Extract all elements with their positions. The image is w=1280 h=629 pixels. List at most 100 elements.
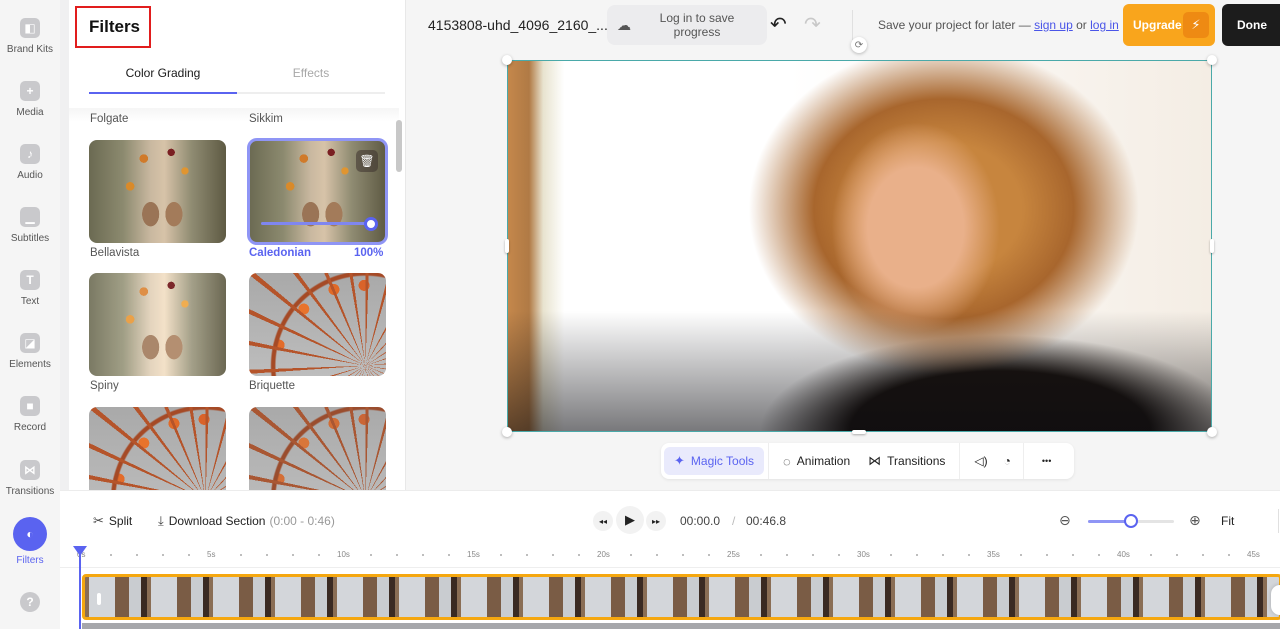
ruler-tick xyxy=(500,554,502,556)
volume-button[interactable]: ◁) xyxy=(966,447,995,475)
video-preview[interactable] xyxy=(507,60,1212,432)
ruler-tick xyxy=(526,554,528,556)
animation-label: Animation xyxy=(796,454,851,468)
current-time: 00:00.0 xyxy=(680,514,721,528)
ruler-tick xyxy=(110,554,112,556)
timeline-scroll-handle[interactable] xyxy=(1271,585,1280,615)
animation-button[interactable]: ◌ Animation xyxy=(775,447,858,475)
panel-title-highlight: Filters xyxy=(75,6,151,48)
filter-thumb[interactable] xyxy=(249,407,386,490)
divider xyxy=(959,443,961,479)
undo-icon[interactable]: ↶ xyxy=(770,12,787,37)
zoom-in-icon[interactable]: ⊕ xyxy=(1189,512,1201,529)
ruler-tick-label: 40s xyxy=(1117,550,1130,559)
sidebar-item-label: Elements xyxy=(9,359,51,370)
more-options-button[interactable]: ••• xyxy=(1034,447,1059,475)
ruler-tick xyxy=(1046,554,1048,556)
filter-thumb-caledonian[interactable]: 🗑 xyxy=(247,138,388,245)
magic-tools-button[interactable]: ✦ Magic Tools xyxy=(664,447,765,475)
resize-handle-left[interactable] xyxy=(505,239,509,253)
tab-color-grading[interactable]: Color Grading xyxy=(89,58,237,94)
intensity-slider-track[interactable] xyxy=(261,222,372,225)
filter-thumb-spiny[interactable] xyxy=(89,273,226,376)
total-time: 00:46.8 xyxy=(746,514,787,528)
filter-label-folgate: Folgate xyxy=(90,113,129,125)
ruler-tick xyxy=(552,554,554,556)
done-button[interactable]: Done xyxy=(1222,4,1280,46)
sidebar-item-elements[interactable]: ◪ Elements xyxy=(0,333,60,370)
ruler-tick xyxy=(396,554,398,556)
playhead-marker-icon[interactable] xyxy=(73,546,87,556)
upgrade-label: Upgrade xyxy=(1133,18,1182,32)
zoom-out-icon[interactable]: ⊖ xyxy=(1059,512,1071,529)
fast-forward-button[interactable]: ▸▸ xyxy=(646,511,666,531)
sidebar-rail: ◧ Brand Kits + Media ♪ Audio ▁ Subtitles T Text ◪ E… xyxy=(0,0,60,629)
filter-thumb[interactable] xyxy=(89,407,226,490)
ruler-tick xyxy=(630,554,632,556)
speed-button[interactable]: ◔ xyxy=(996,447,1019,475)
help-icon[interactable]: ? xyxy=(20,592,40,612)
ruler-tick xyxy=(916,554,918,556)
sidebar-item-brand-kits[interactable]: ◧ Brand Kits xyxy=(0,18,60,55)
intensity-slider-knob[interactable] xyxy=(364,217,378,231)
ruler-tick xyxy=(1150,554,1152,556)
zoom-slider-knob[interactable] xyxy=(1124,514,1138,528)
divider xyxy=(768,443,770,479)
time-separator: / xyxy=(732,514,736,528)
rail-divider xyxy=(60,0,69,490)
sidebar-item-text[interactable]: T Text xyxy=(0,270,60,307)
save-hint: Save your project for later — sign up or… xyxy=(878,18,1119,32)
sidebar-item-filters[interactable]: ◐ Filters xyxy=(0,517,60,566)
panel-scrollbar[interactable] xyxy=(396,120,402,172)
ruler-tick xyxy=(786,554,788,556)
resize-handle-top-left[interactable] xyxy=(502,55,512,65)
ruler-tick xyxy=(1072,554,1074,556)
download-range: (0:00 - 0:46) xyxy=(269,514,335,528)
sign-up-link[interactable]: sign up xyxy=(1034,18,1073,32)
log-in-link[interactable]: log in xyxy=(1090,18,1119,32)
more-icon: ••• xyxy=(1041,456,1052,466)
sidebar-item-label: Brand Kits xyxy=(6,44,54,55)
upgrade-button[interactable]: Upgrade ⚡ xyxy=(1123,4,1215,46)
audio-track[interactable] xyxy=(82,623,1280,629)
project-name[interactable]: 4153808-uhd_4096_2160_... xyxy=(428,17,608,33)
trash-icon[interactable]: 🗑 xyxy=(356,150,378,172)
log-in-to-save-button[interactable]: ☁ Log in to save progress xyxy=(607,5,767,45)
redo-icon[interactable]: ↷ xyxy=(804,12,821,37)
sidebar-item-audio[interactable]: ♪ Audio xyxy=(0,144,60,181)
sparkle-icon: ✦ xyxy=(674,453,685,468)
ruler-tick-label: 20s xyxy=(597,550,610,559)
resize-handle-bottom[interactable] xyxy=(852,430,866,434)
sidebar-item-subtitles[interactable]: ▁ Subtitles xyxy=(0,207,60,244)
resize-handle-top-right[interactable] xyxy=(1207,55,1217,65)
resize-handle-right[interactable] xyxy=(1210,239,1214,253)
tab-effects[interactable]: Effects xyxy=(237,58,385,92)
rotate-handle-icon[interactable]: ⟳ xyxy=(851,37,867,53)
rewind-button[interactable]: ◂◂ xyxy=(593,511,613,531)
filter-thumb-briquette[interactable] xyxy=(249,273,386,376)
resize-handle-bottom-left[interactable] xyxy=(502,427,512,437)
download-section-button[interactable]: ⤓ Download Section (0:00 - 0:46) xyxy=(158,513,335,529)
timeline-ruler[interactable]: 0s 5s 10s 15s 20s 25s 30s 35s 40s 45s xyxy=(60,548,1280,568)
filter-thumb-bellavista[interactable] xyxy=(89,140,226,243)
ruler-tick xyxy=(1202,554,1204,556)
timeline-zoom-slider[interactable] xyxy=(1088,514,1174,528)
resize-handle-bottom-right[interactable] xyxy=(1207,427,1217,437)
ruler-tick-label: 15s xyxy=(467,550,480,559)
sidebar-item-transitions[interactable]: ⋈ Transitions xyxy=(0,460,60,497)
sidebar-item-media[interactable]: + Media xyxy=(0,81,60,118)
fit-button[interactable]: Fit xyxy=(1221,514,1234,528)
play-icon: ▶ xyxy=(625,512,635,527)
video-clip[interactable] xyxy=(82,574,1280,620)
ruler-tick xyxy=(890,554,892,556)
sidebar-item-record[interactable]: ■ Record xyxy=(0,396,60,433)
cloud-off-icon: ☁ xyxy=(617,16,631,33)
split-button[interactable]: ✂ Split xyxy=(93,513,132,529)
lightning-icon: ⚡ xyxy=(1183,12,1209,38)
clip-trim-handle[interactable] xyxy=(97,593,101,605)
play-button[interactable]: ▶ xyxy=(616,506,644,534)
divider xyxy=(852,10,853,40)
transitions-button[interactable]: ⋈ Transitions xyxy=(860,447,953,475)
ruler-tick xyxy=(266,554,268,556)
playhead[interactable] xyxy=(79,546,81,629)
